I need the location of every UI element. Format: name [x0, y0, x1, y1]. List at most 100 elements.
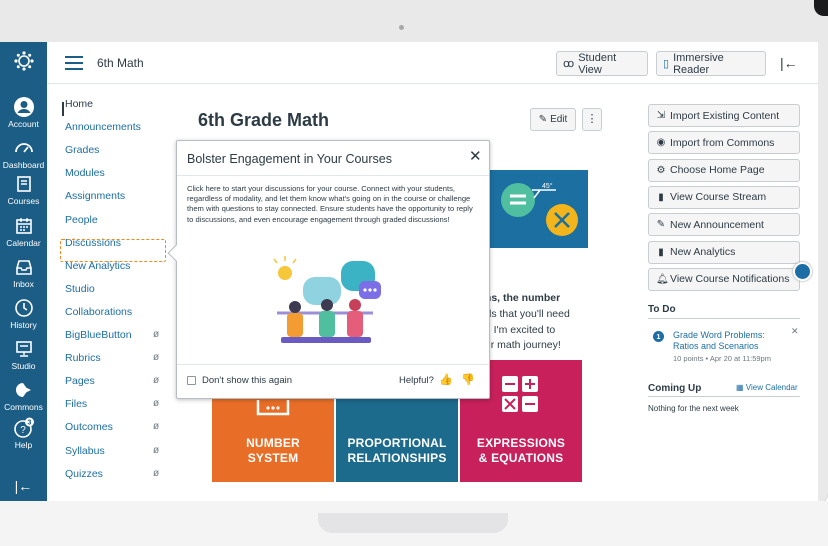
hidden-eye-icon: ø	[153, 398, 160, 410]
course-nav-bigbluebutton[interactable]: BigBlueButton	[65, 329, 132, 341]
popover-divider	[177, 175, 489, 176]
svg-text:?: ?	[20, 425, 26, 436]
coming-up-heading: Coming Up	[648, 383, 702, 394]
breadcrumb-course[interactable]: 6th Math	[97, 56, 144, 70]
dashboard-icon	[13, 137, 35, 159]
home-page-icon: ⚙	[656, 164, 666, 176]
course-nav-assignments[interactable]: Assignments	[65, 190, 125, 202]
todo-count-badge: 1	[653, 331, 664, 342]
course-nav-modules[interactable]: Modules	[65, 167, 105, 179]
sidebar-button-import-existing-content[interactable]: ⇲ Import Existing Content	[648, 104, 800, 127]
nav-courses[interactable]: Courses	[0, 173, 47, 206]
sidebar-button-view-course-notifications[interactable]: 🔔︎ View Course Notifications	[648, 267, 800, 291]
hidden-eye-icon: ø	[153, 444, 160, 456]
popover-body: Click here to start your discussions for…	[187, 184, 473, 224]
edit-button[interactable]: ✎ Edit	[530, 108, 576, 131]
canvas-logo-icon[interactable]	[0, 50, 47, 73]
sidebar-button-import-from-commons[interactable]: ◉ Import from Commons	[648, 131, 800, 155]
discussion-illustration	[273, 256, 381, 343]
todo-item-title-2[interactable]: Ratios and Scenarios	[673, 341, 759, 351]
pencil-icon: ✎	[538, 114, 548, 125]
commons-icon	[13, 379, 35, 401]
hidden-eye-icon: ø	[153, 329, 160, 340]
feature-popover: Bolster Engagement in Your Courses ✕ Cli…	[167, 140, 490, 399]
collapse-sidebar-icon[interactable]: |←	[780, 55, 798, 71]
course-nav-collaborations[interactable]: Collaborations	[65, 306, 132, 318]
popover-title: Bolster Engagement in Your Courses	[187, 152, 392, 166]
hidden-eye-icon: ø	[153, 375, 160, 387]
thumbs-down-icon[interactable]: 👎	[461, 373, 475, 386]
nav-help[interactable]: ? 3 Help	[0, 417, 47, 450]
course-nav-home[interactable]: Home	[65, 98, 93, 110]
sidebar-button-new-announcement[interactable]: ✎ New Announcement	[648, 213, 800, 237]
history-icon	[13, 297, 35, 319]
popover-arrow	[167, 244, 185, 262]
course-nav-studio[interactable]: Studio	[65, 283, 95, 295]
sidebar-button-view-course-stream[interactable]: ▮ View Course Stream	[648, 185, 800, 209]
nav-account[interactable]: Account	[0, 96, 47, 129]
nav-calendar[interactable]: Calendar	[0, 215, 47, 248]
course-nav-outcomes[interactable]: Outcomes	[65, 421, 113, 433]
svg-text:45°: 45°	[542, 182, 553, 190]
hidden-eye-icon: ø	[153, 467, 160, 479]
hidden-eye-icon: ø	[153, 421, 160, 433]
dont-show-label[interactable]: Don't show this again	[202, 375, 292, 386]
active-indicator	[62, 102, 64, 116]
course-header: 6th Math ꝏ Student View ▯ Immersive Reader…	[47, 42, 818, 84]
laptop-notch	[318, 513, 508, 533]
nav-commons[interactable]: Commons	[0, 379, 47, 412]
calendar-small-icon: ▦	[736, 383, 746, 392]
nav-studio[interactable]: Studio	[0, 338, 47, 371]
nav-inbox[interactable]: Inbox	[0, 256, 47, 289]
import-icon: ⇲	[656, 110, 666, 121]
bell-icon: 🔔︎	[656, 273, 669, 285]
hero-math-graphic: 45°	[484, 170, 588, 248]
analytics-icon: ▮	[658, 246, 664, 258]
help-badge: 3	[27, 420, 31, 427]
collapse-nav-icon[interactable]: |←	[0, 478, 47, 494]
more-options-button[interactable]: ⋮	[582, 108, 602, 131]
commons-icon: ◉	[656, 137, 666, 149]
student-view-button[interactable]: ꝏ Student View	[556, 51, 648, 76]
discussions-highlight	[60, 239, 166, 262]
help-icon: ? 3	[13, 417, 35, 439]
account-icon	[13, 96, 35, 118]
dont-show-checkbox[interactable]	[187, 376, 196, 385]
course-nav-files[interactable]: Files	[65, 398, 87, 410]
sidebar-button-new-analytics[interactable]: ▮ New Analytics	[648, 240, 800, 264]
coming-up-divider	[648, 396, 800, 397]
device-frame: { "global_nav": { "items": [ {"label": "…	[0, 0, 828, 546]
page-title: 6th Grade Math	[198, 110, 330, 130]
inbox-icon	[13, 256, 35, 278]
immersive-reader-button[interactable]: ▯ Immersive Reader	[656, 51, 766, 76]
global-nav: Account Dashboard Courses Calendar Inbox…	[0, 42, 47, 501]
course-nav-rubrics[interactable]: Rubrics	[65, 352, 101, 364]
thumbs-up-icon[interactable]: 👍	[439, 373, 453, 386]
todo-item-title-1[interactable]: Grade Word Problems:	[673, 330, 765, 340]
view-calendar-link[interactable]: ▦ View Calendar	[736, 383, 798, 392]
floating-action-icon[interactable]	[793, 262, 812, 281]
screen: Account Dashboard Courses Calendar Inbox…	[0, 42, 818, 501]
nav-history[interactable]: History	[0, 297, 47, 330]
course-nav-grades[interactable]: Grades	[65, 144, 99, 156]
sidebar-button-choose-home-page[interactable]: ⚙ Choose Home Page	[648, 158, 800, 182]
dismiss-todo-icon[interactable]: ✕	[791, 326, 799, 337]
todo-divider	[648, 318, 800, 319]
helpful-label: Helpful?	[399, 375, 434, 386]
coming-up-empty: Nothing for the next week	[648, 404, 739, 413]
close-icon[interactable]: ✕	[469, 147, 482, 165]
nav-dashboard[interactable]: Dashboard	[0, 137, 47, 170]
camera-dot	[399, 25, 404, 30]
course-nav-quizzes[interactable]: Quizzes	[65, 468, 103, 480]
hidden-eye-icon: ø	[153, 352, 160, 364]
calendar-icon	[13, 215, 35, 237]
popover-footer-divider	[177, 364, 489, 365]
course-nav-people[interactable]: People	[65, 214, 98, 226]
course-nav-syllabus[interactable]: Syllabus	[65, 445, 105, 457]
immersive-reader-icon: ▯	[663, 58, 670, 70]
todo-item-meta: 10 points • Apr 20 at 11:59pm	[673, 354, 771, 363]
courses-icon	[13, 173, 35, 195]
course-nav-pages[interactable]: Pages	[65, 375, 95, 387]
course-nav-announcements[interactable]: Announcements	[65, 121, 141, 133]
hamburger-menu-icon[interactable]	[65, 56, 83, 70]
